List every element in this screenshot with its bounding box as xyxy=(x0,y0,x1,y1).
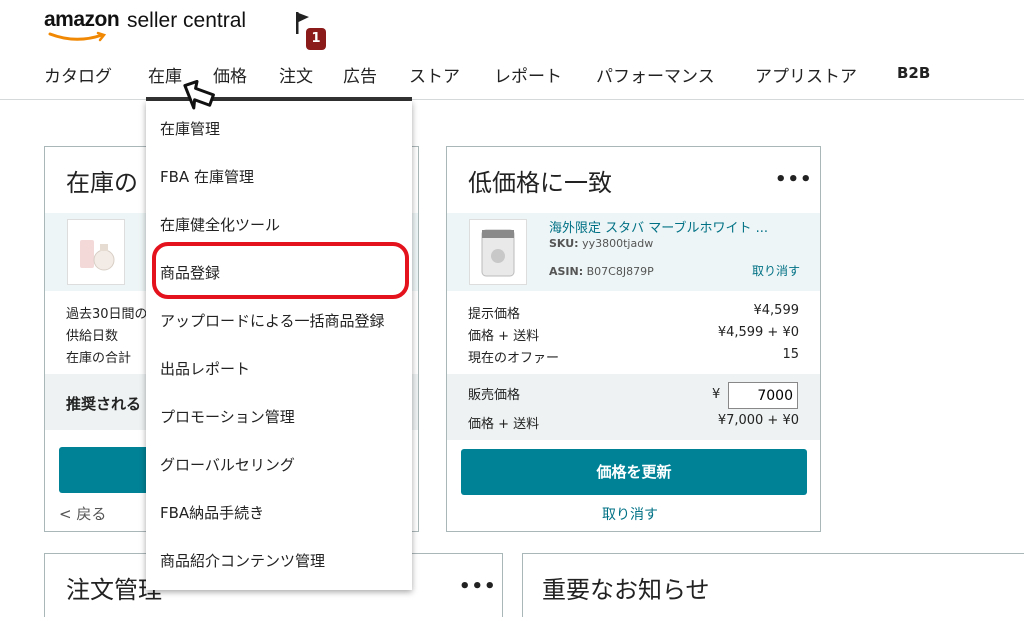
news-card-title: 重要なお知らせ xyxy=(542,576,710,604)
asin-label: ASIN: xyxy=(549,265,584,278)
offer-row-label-1: 価格 + 送料 xyxy=(468,329,540,344)
offer-row-label-0: 提示価格 xyxy=(468,307,521,322)
product-title-link[interactable]: 海外限定 スタバ マーブルホワイト ... xyxy=(549,217,768,236)
cancel-small-link[interactable]: 取り消す xyxy=(752,262,800,279)
inventory-row-total: 在庫の合計 xyxy=(66,351,132,366)
sale-total-label: 価格 + 送料 xyxy=(468,417,540,432)
sku-row: SKU: yy3800tjadw xyxy=(549,237,653,250)
menu-item-inventory-health[interactable]: 在庫健全化ツール xyxy=(160,214,280,235)
asin-row: ASIN: B07C8J879P xyxy=(549,265,654,278)
inventory-product-thumbnail xyxy=(67,219,125,285)
nav-catalog[interactable]: カタログ xyxy=(44,62,112,87)
sale-price-input[interactable] xyxy=(728,382,798,409)
menu-item-bulk-upload[interactable]: アップロードによる一括商品登録 xyxy=(160,310,385,331)
mouse-cursor-icon xyxy=(183,80,215,110)
menu-item-inventory-management[interactable]: 在庫管理 xyxy=(160,118,220,139)
price-match-card: 低価格に一致 ••• 海外限定 スタバ マーブルホワイト ... SKU: yy… xyxy=(446,146,821,532)
asin-value: B07C8J879P xyxy=(586,265,654,278)
menu-item-promotions[interactable]: プロモーション管理 xyxy=(160,406,295,427)
offer-row-value-2: 15 xyxy=(782,347,799,362)
main-nav: カタログ 在庫 価格 注文 広告 ストア レポート パフォーマンス アプリストア… xyxy=(0,58,1024,98)
nav-b2b[interactable]: B2B xyxy=(897,64,930,82)
nav-appstore[interactable]: アプリストア xyxy=(755,62,857,87)
nav-reports[interactable]: レポート xyxy=(494,62,562,87)
sku-value: yy3800tjadw xyxy=(582,237,654,250)
sale-total-value: ¥7,000 + ¥0 xyxy=(717,413,799,428)
currency-symbol: ¥ xyxy=(712,387,721,402)
menu-item-a-plus-content[interactable]: 商品紹介コンテンツ管理 xyxy=(160,550,325,571)
news-card: 重要なお知らせ xyxy=(522,553,1024,617)
perfume-bottle-icon xyxy=(80,240,115,271)
inventory-dropdown-menu: 在庫管理 FBA 在庫管理 在庫健全化ツール 商品登録 アップロードによる一括商… xyxy=(146,101,412,590)
nav-performance[interactable]: パフォーマンス xyxy=(596,62,715,87)
highlight-annotation xyxy=(152,242,409,299)
back-link[interactable]: < 戻る xyxy=(59,503,106,524)
amazon-smile-icon xyxy=(48,31,107,42)
nav-pricing[interactable]: 価格 xyxy=(213,62,247,87)
nav-advertising[interactable]: 広告 xyxy=(343,62,377,87)
nav-orders[interactable]: 注文 xyxy=(279,62,313,87)
menu-item-global-selling[interactable]: グローバルセリング xyxy=(160,454,295,475)
price-card-menu-icon[interactable]: ••• xyxy=(775,169,813,190)
menu-item-listing-report[interactable]: 出品レポート xyxy=(160,358,250,379)
update-price-button[interactable]: 価格を更新 xyxy=(461,449,807,495)
menu-item-fba-shipment[interactable]: FBA納品手続き xyxy=(160,502,264,523)
inventory-row-30days: 過去30日間の xyxy=(66,307,148,322)
cancel-link[interactable]: 取り消す xyxy=(602,504,658,524)
notification-badge[interactable]: 1 xyxy=(306,28,326,50)
tumbler-icon xyxy=(481,229,515,277)
inventory-recommended-label: 推奨される xyxy=(66,395,142,413)
price-product-thumbnail xyxy=(469,219,527,285)
sku-label: SKU: xyxy=(549,237,579,250)
offer-row-value-0: ¥4,599 xyxy=(753,303,800,318)
orders-card-menu-icon[interactable]: ••• xyxy=(459,576,497,597)
sale-price-label: 販売価格 xyxy=(468,388,521,403)
menu-item-fba-inventory[interactable]: FBA 在庫管理 xyxy=(160,166,254,187)
offer-row-value-1: ¥4,599 + ¥0 xyxy=(717,325,799,340)
logo-amazon-text: amazon xyxy=(44,8,120,31)
logo-seller-central-text: seller central xyxy=(127,9,247,32)
nav-stores[interactable]: ストア xyxy=(409,62,460,87)
inventory-row-supply-days: 供給日数 xyxy=(66,329,119,344)
price-card-title: 低価格に一致 xyxy=(468,169,612,197)
offer-row-label-2: 現在のオファー xyxy=(468,351,560,366)
inventory-card-title: 在庫の xyxy=(66,169,138,197)
